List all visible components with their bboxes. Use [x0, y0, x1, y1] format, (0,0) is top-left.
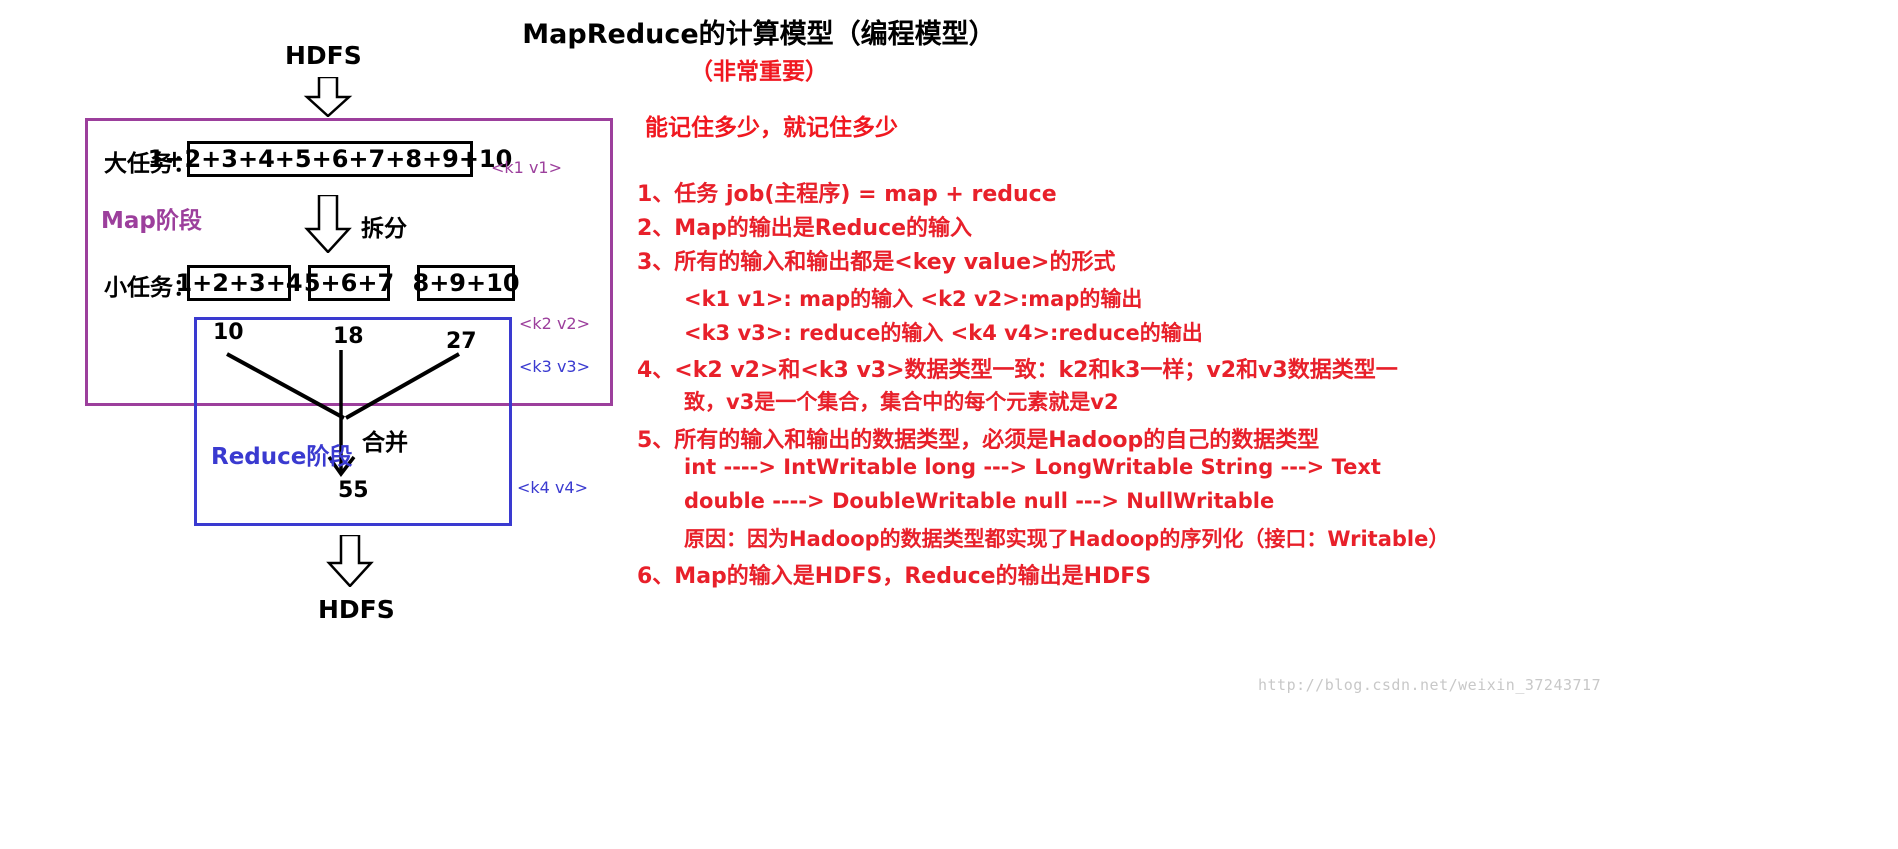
down-arrow-icon-output: [326, 535, 374, 587]
kv-label-k2v2: <k2 v2>: [519, 314, 590, 333]
small-task-box-2: 5+6+7: [304, 265, 394, 301]
kv-label-k4v4: <k4 v4>: [517, 478, 588, 497]
note-item-3-sub-2: <k3 v3>: reduce的输入 <k4 v4>:reduce的输出: [684, 321, 1203, 345]
notes-headline: 能记住多少，就记住多少: [645, 115, 898, 141]
page-title: MapReduce的计算模型（编程模型）: [522, 19, 996, 50]
small-task-box-1: 1+2+3+4: [175, 265, 303, 301]
kv-label-k1v1: <k1 v1>: [491, 158, 562, 177]
note-item-4-cont: 致，v3是一个集合，集合中的每个元素就是v2: [684, 390, 1119, 414]
partial-result-3: 27: [446, 329, 477, 354]
reduce-stage-label: Reduce阶段: [211, 444, 353, 470]
merge-label: 合并: [362, 430, 408, 456]
split-label: 拆分: [361, 216, 407, 242]
note-item-3: 3、所有的输入和输出都是<key value>的形式: [637, 250, 1116, 275]
map-stage-label: Map阶段: [101, 208, 202, 234]
down-arrow-icon-split: [304, 195, 352, 253]
hdfs-output-label: HDFS: [318, 595, 395, 624]
note-item-1: 1、任务 job(主程序) = map + reduce: [637, 182, 1057, 207]
note-item-4: 4、<k2 v2>和<k3 v3>数据类型一致：k2和k3一样；v2和v3数据类…: [637, 358, 1398, 383]
partial-result-2: 18: [333, 324, 364, 349]
note-item-5-types-2: double ----> DoubleWritable null ---> Nu…: [684, 489, 1275, 513]
down-arrow-icon-input: [303, 77, 353, 117]
final-result: 55: [338, 478, 369, 503]
watermark-text: http://blog.csdn.net/weixin_37243717: [1258, 676, 1602, 694]
partial-result-1: 10: [213, 320, 244, 345]
diagram-canvas: MapReduce的计算模型（编程模型） （非常重要） HDFS Map阶段 大…: [0, 0, 1898, 849]
kv-label-k3v3: <k3 v3>: [519, 357, 590, 376]
note-item-5: 5、所有的输入和输出的数据类型，必须是Hadoop的自己的数据类型: [637, 428, 1320, 453]
small-task-box-3: 8+9+10: [413, 265, 520, 301]
note-item-5-types-1: int ----> IntWritable long ---> LongWrit…: [684, 455, 1381, 479]
note-item-3-sub-1: <k1 v1>: map的输入 <k2 v2>:map的输出: [684, 287, 1143, 311]
note-item-5-reason: 原因：因为Hadoop的数据类型都实现了Hadoop的序列化（接口：Writab…: [684, 527, 1450, 551]
page-subtitle: （非常重要）: [690, 59, 828, 85]
note-item-6: 6、Map的输入是HDFS，Reduce的输出是HDFS: [637, 564, 1152, 589]
note-item-2: 2、Map的输出是Reduce的输入: [637, 216, 973, 241]
hdfs-input-label: HDFS: [285, 41, 362, 70]
big-task-box: 1+2+3+4+5+6+7+8+9+10: [148, 141, 512, 177]
